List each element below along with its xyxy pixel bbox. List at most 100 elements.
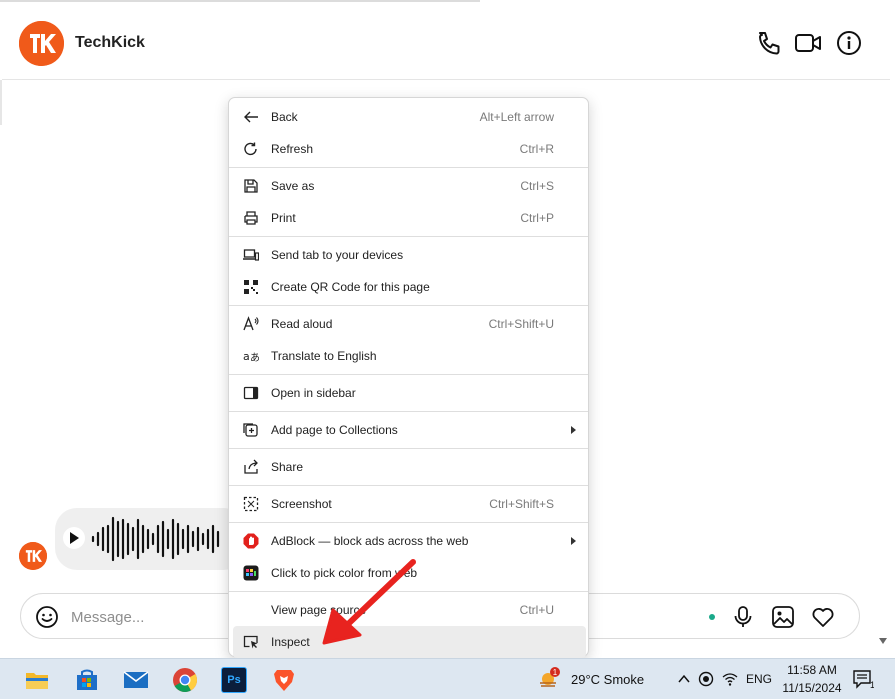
submenu-arrow-icon (571, 537, 576, 545)
screen: TechKick Message... Back Alt+Left arrow … (0, 0, 895, 699)
menu-item-label: Add page to Collections (271, 423, 398, 437)
refresh-icon (244, 142, 257, 156)
notification-count: 1 (870, 680, 874, 689)
sidebar-icon (243, 386, 259, 400)
printer-icon (244, 211, 258, 225)
menu-item-shortcut: Ctrl+Shift+S (489, 497, 554, 511)
chevron-up-icon[interactable] (676, 671, 692, 687)
menu-item-label: Send tab to your devices (271, 248, 404, 262)
top-divider (0, 0, 480, 2)
wifi-icon[interactable] (722, 671, 738, 687)
record-indicator-icon[interactable] (698, 671, 714, 687)
play-button[interactable] (63, 527, 85, 549)
inspect-icon (243, 635, 258, 649)
svg-text:あ: あ (250, 352, 259, 364)
menu-separator (229, 448, 588, 449)
menu-separator (229, 374, 588, 375)
menu-item-screenshot[interactable]: Screenshot Ctrl+Shift+S (233, 488, 586, 520)
techkick-logo-icon (19, 542, 47, 570)
menu-separator (229, 167, 588, 168)
mail-icon[interactable] (123, 667, 149, 693)
menu-item-label: Back (271, 110, 298, 124)
menu-item-shortcut: Ctrl+U (519, 603, 554, 617)
submenu-arrow-icon (571, 426, 576, 434)
menu-item-print[interactable]: Print Ctrl+P (233, 202, 586, 234)
menu-separator (229, 411, 588, 412)
qr-code-icon (244, 280, 258, 294)
menu-item-shortcut: Alt+Left arrow (479, 110, 554, 124)
collections-icon (243, 423, 258, 437)
techkick-logo-icon (19, 21, 64, 66)
menu-item-label: AdBlock — block ads across the web (271, 534, 469, 548)
microsoft-store-icon[interactable] (74, 667, 100, 693)
window-edge (0, 80, 2, 125)
language-indicator[interactable]: ENG (746, 672, 772, 686)
menu-item-translate[interactable]: aあ Translate to English (233, 340, 586, 372)
menu-separator (229, 305, 588, 306)
menu-item-qr-code[interactable]: Create QR Code for this page (233, 271, 586, 303)
menu-item-adblock[interactable]: AdBlock — block ads across the web (233, 525, 586, 557)
weather-badge: 1 (553, 668, 558, 677)
menu-item-shortcut: Ctrl+P (520, 211, 554, 225)
avatar[interactable] (19, 21, 64, 66)
info-icon[interactable] (835, 29, 863, 57)
menu-item-label: Refresh (271, 142, 314, 156)
menu-item-shortcut: Ctrl+S (520, 179, 554, 193)
menu-item-read-aloud[interactable]: Read aloud Ctrl+Shift+U (233, 308, 586, 340)
menu-item-label: Read aloud (271, 317, 333, 331)
translate-icon: aあ (243, 350, 259, 364)
menu-item-label: Create QR Code for this page (271, 280, 430, 294)
phone-call-icon[interactable] (754, 29, 782, 57)
clock-time[interactable]: 11:58 AM (786, 663, 838, 677)
menu-item-shortcut: Ctrl+R (519, 142, 554, 156)
color-picker-icon (243, 565, 259, 581)
menu-item-send-tab[interactable]: Send tab to your devices (233, 239, 586, 271)
menu-item-label: Inspect (271, 635, 310, 649)
scroll-down-arrow-icon[interactable] (878, 636, 888, 646)
chat-title[interactable]: TechKick (75, 34, 145, 52)
devices-icon (243, 249, 259, 261)
file-explorer-icon[interactable] (24, 667, 50, 693)
emoji-icon[interactable] (35, 605, 59, 629)
menu-separator (229, 236, 588, 237)
voice-message[interactable] (55, 508, 245, 570)
brave-icon[interactable] (271, 667, 297, 693)
notification-center-icon[interactable]: 1 (852, 669, 874, 689)
chrome-icon[interactable] (172, 667, 198, 693)
menu-separator (229, 522, 588, 523)
weather-text[interactable]: 29°C Smoke (571, 672, 644, 687)
annotation-arrow-icon (322, 559, 416, 645)
menu-item-label: Translate to English (271, 349, 377, 363)
chat-header: TechKick (2, 4, 890, 80)
menu-separator (229, 485, 588, 486)
play-icon (70, 532, 79, 544)
share-icon (244, 459, 258, 474)
menu-item-label: Open in sidebar (271, 386, 356, 400)
waveform-icon (91, 516, 220, 562)
menu-item-save-as[interactable]: Save as Ctrl+S (233, 170, 586, 202)
heart-icon[interactable] (811, 605, 835, 629)
menu-item-back[interactable]: Back Alt+Left arrow (233, 101, 586, 133)
image-icon[interactable] (771, 605, 795, 629)
menu-item-refresh[interactable]: Refresh Ctrl+R (233, 133, 586, 165)
menu-item-label: Save as (271, 179, 315, 193)
menu-item-share[interactable]: Share (233, 451, 586, 483)
read-aloud-icon (243, 316, 259, 331)
menu-item-label: Print (271, 211, 296, 225)
taskbar: Ps 1 29°C Smoke ENG 11:58 AM 11/15/2024 … (0, 658, 895, 699)
menu-item-label: Share (271, 460, 304, 474)
adblock-icon (243, 533, 259, 549)
screenshot-icon (243, 496, 259, 512)
video-call-icon[interactable] (794, 29, 822, 57)
save-icon (244, 179, 258, 193)
menu-item-shortcut: Ctrl+Shift+U (488, 317, 554, 331)
svg-text:a: a (243, 350, 250, 363)
menu-item-open-in-sidebar[interactable]: Open in sidebar (233, 377, 586, 409)
weather-smoke-icon[interactable]: 1 (538, 667, 560, 689)
sender-avatar[interactable] (19, 542, 47, 570)
clock-date[interactable]: 11/15/2024 (780, 681, 844, 695)
menu-item-add-to-collections[interactable]: Add page to Collections (233, 414, 586, 446)
microphone-icon[interactable] (731, 605, 755, 629)
online-indicator (709, 614, 715, 620)
photoshop-icon[interactable]: Ps (221, 667, 247, 693)
